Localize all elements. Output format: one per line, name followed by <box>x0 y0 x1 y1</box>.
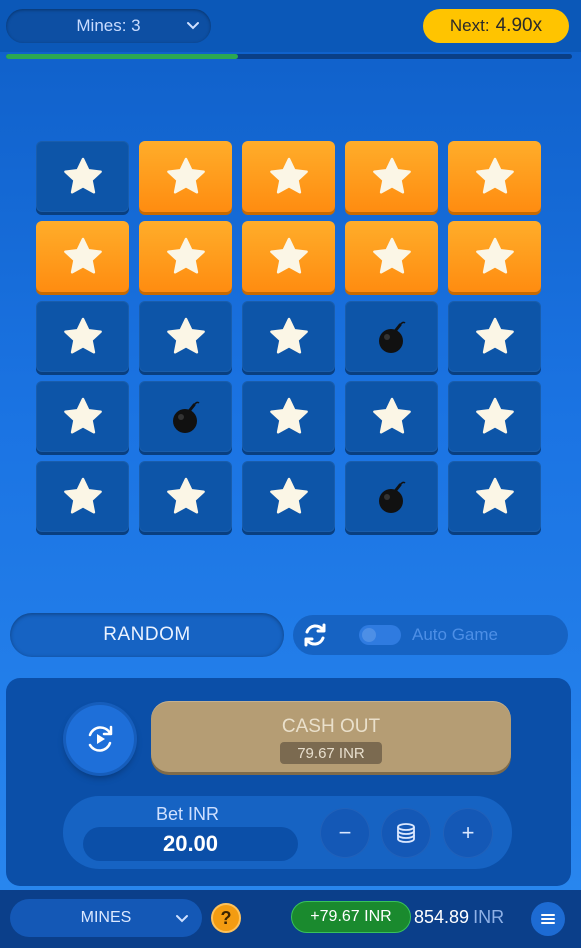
grid-tile[interactable] <box>448 221 541 292</box>
grid-tile[interactable] <box>242 221 335 292</box>
star-icon <box>163 234 209 280</box>
game-select-label: MINES <box>80 909 132 926</box>
bet-panel: CASH OUT 79.67 INR Bet INR 20.00 − + <box>6 678 571 886</box>
balance-value: 854.89 <box>414 907 470 927</box>
grid-tile[interactable] <box>242 141 335 212</box>
grid-tile[interactable] <box>242 381 335 452</box>
toggle-knob <box>362 628 376 642</box>
next-label: Next: <box>449 16 490 35</box>
bomb-icon <box>369 314 415 360</box>
grid-tile[interactable] <box>139 301 232 372</box>
star-icon <box>369 154 415 200</box>
next-multiplier-badge: Next: 4.90x <box>423 9 569 43</box>
chevron-down-icon <box>176 915 188 923</box>
grid-tile[interactable] <box>448 141 541 212</box>
star-icon <box>472 474 518 520</box>
progress-fill <box>6 54 239 59</box>
grid-tile[interactable] <box>448 301 541 372</box>
star-icon <box>60 474 106 520</box>
star-icon <box>60 234 106 280</box>
star-icon <box>163 474 209 520</box>
star-icon <box>60 394 106 440</box>
increase-bet-button[interactable]: + <box>443 808 493 858</box>
grid-tile[interactable] <box>139 141 232 212</box>
bet-amount-input[interactable]: 20.00 <box>83 827 298 861</box>
grid-tile[interactable] <box>345 301 438 372</box>
bomb-icon <box>163 394 209 440</box>
grid-tile[interactable] <box>139 221 232 292</box>
menu-icon <box>541 914 555 924</box>
coins-icon <box>397 823 415 843</box>
win-amount-badge: +79.67 INR <box>291 901 411 933</box>
grid-tile[interactable] <box>345 381 438 452</box>
star-icon <box>266 154 312 200</box>
star-icon <box>163 314 209 360</box>
game-select[interactable]: MINES <box>10 899 202 937</box>
star-icon <box>369 234 415 280</box>
bomb-icon <box>369 474 415 520</box>
star-icon <box>163 154 209 200</box>
star-icon <box>369 394 415 440</box>
decrease-bet-button[interactable]: − <box>320 808 370 858</box>
balance-currency: INR <box>473 907 505 927</box>
next-multiplier-value: 4.90x <box>495 15 543 36</box>
menu-button[interactable] <box>531 902 565 936</box>
progress-bar <box>6 54 572 59</box>
star-icon <box>266 474 312 520</box>
grid-tile[interactable] <box>448 461 541 532</box>
star-icon <box>266 314 312 360</box>
star-icon <box>472 314 518 360</box>
star-icon <box>60 314 106 360</box>
grid-tile[interactable] <box>345 461 438 532</box>
bet-label: Bet INR <box>156 804 220 824</box>
mines-count-select[interactable]: Mines: 3 <box>6 9 211 43</box>
grid-tile[interactable] <box>36 381 129 452</box>
grid-tile[interactable] <box>36 221 129 292</box>
replay-icon <box>88 725 113 752</box>
auto-game-group: Auto Game <box>293 615 568 655</box>
auto-game-toggle[interactable] <box>359 625 401 645</box>
grid-tile[interactable] <box>36 141 129 212</box>
grid-tile[interactable] <box>448 381 541 452</box>
mines-grid <box>36 141 541 532</box>
grid-tile[interactable] <box>345 141 438 212</box>
help-button[interactable]: ? <box>211 903 241 933</box>
auto-play-button[interactable] <box>66 705 134 773</box>
bet-box: Bet INR 20.00 − + <box>63 796 512 869</box>
star-icon <box>472 394 518 440</box>
grid-tile[interactable] <box>139 461 232 532</box>
footer-bar: MINES ? +79.67 INR 854.89 INR <box>0 890 581 948</box>
cash-out-button[interactable]: CASH OUT 79.67 INR <box>151 701 511 772</box>
mines-count-label: Mines: 3 <box>76 16 141 35</box>
grid-tile[interactable] <box>36 301 129 372</box>
refresh-icon[interactable] <box>299 619 331 651</box>
grid-tile[interactable] <box>242 301 335 372</box>
star-icon <box>472 234 518 280</box>
grid-tile[interactable] <box>36 461 129 532</box>
coins-button[interactable] <box>381 808 431 858</box>
star-icon <box>472 154 518 200</box>
star-icon <box>266 234 312 280</box>
controls-row: RANDOM Auto Game <box>10 613 568 657</box>
grid-tile[interactable] <box>345 221 438 292</box>
grid-tile[interactable] <box>139 381 232 452</box>
grid-tile[interactable] <box>242 461 335 532</box>
random-button[interactable]: RANDOM <box>10 613 284 657</box>
star-icon <box>60 154 106 200</box>
chevron-down-icon <box>187 22 199 30</box>
cash-out-amount: 79.67 INR <box>280 742 382 764</box>
star-icon <box>266 394 312 440</box>
balance-display: 854.89 INR <box>414 907 504 928</box>
auto-game-label: Auto Game <box>412 625 498 644</box>
top-bar: Mines: 3 Next: 4.90x <box>0 0 581 52</box>
cash-out-label: CASH OUT <box>281 716 381 737</box>
